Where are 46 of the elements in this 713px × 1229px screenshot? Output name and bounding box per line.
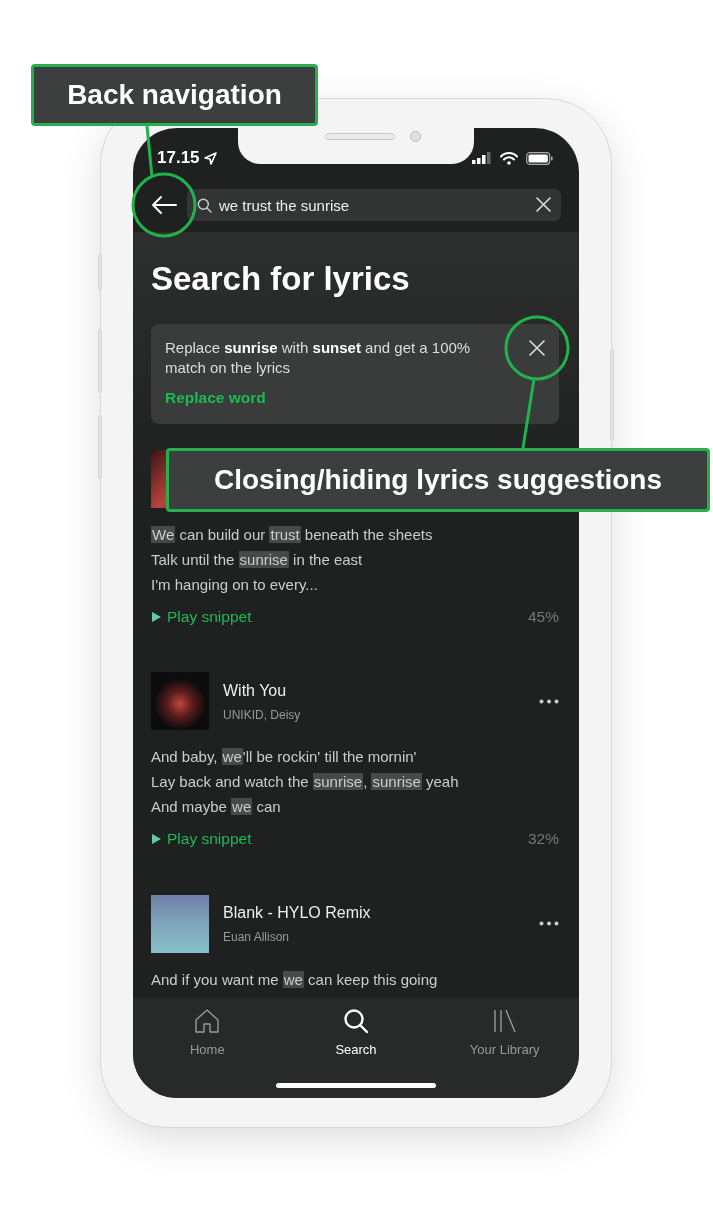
match-percentage: 32% <box>527 829 559 850</box>
search-icon <box>343 1008 369 1034</box>
album-art <box>151 894 209 953</box>
play-snippet-button[interactable]: Play snippet <box>151 605 252 629</box>
clear-button[interactable] <box>536 197 551 212</box>
speaker-grille <box>325 133 395 140</box>
lyric-line: We can build our trust beneath the sheets <box>151 525 434 545</box>
track-title: With You <box>223 680 288 701</box>
library-icon <box>491 1008 518 1034</box>
lyric-line: And baby, we'll be rockin' till the mornin' <box>151 747 418 768</box>
lyric-line: And if you want me we can keep this going <box>151 969 439 990</box>
lyric-line: And maybe we can <box>151 797 282 818</box>
more-button[interactable] <box>539 921 559 926</box>
play-icon <box>151 610 162 623</box>
status-time: 17.15 <box>157 147 200 170</box>
tab-item[interactable]: Your Library <box>430 1008 579 1060</box>
lyric-line: Talk until the sunrise in the east <box>151 550 364 570</box>
wifi-icon <box>500 151 518 165</box>
tab-item[interactable]: Search <box>281 1008 431 1060</box>
leader-line <box>521 378 536 449</box>
suggestion-message: Replace sunrise with sunset and get a 100% match on the lyrics <box>165 338 472 378</box>
lyric-line: Lay back and watch the sunrise, sunrise yeah <box>151 772 460 793</box>
signal-icon <box>472 152 492 164</box>
track-artist: Euan Allison <box>223 929 291 946</box>
match-percentage: 45% <box>527 607 559 627</box>
album-art <box>151 672 209 731</box>
search-field[interactable]: we trust the sunrise <box>187 189 561 221</box>
highlight-circle <box>131 172 197 238</box>
track-title: Blank - HYLO Remix <box>223 903 372 923</box>
callout-label: Back navigation <box>31 64 318 126</box>
replace-word-link[interactable]: Replace word <box>165 386 266 410</box>
lyric-line: I'm hanging on to every... <box>151 575 319 595</box>
leader-line <box>145 125 154 178</box>
callout-label: Closing/hiding lyrics suggestions <box>166 448 710 512</box>
tab-item[interactable]: Home <box>133 1008 282 1060</box>
close-button[interactable] <box>527 338 547 358</box>
battery-icon <box>526 151 553 165</box>
home-icon <box>194 1008 221 1034</box>
more-button[interactable] <box>539 698 559 704</box>
location-arrow-icon <box>203 151 217 165</box>
page-heading: Search for lyrics <box>151 260 411 298</box>
play-icon <box>151 832 162 845</box>
camera-lens <box>410 131 421 142</box>
highlight-circle <box>504 315 570 381</box>
track-artist: UNIKID, Deisy <box>223 706 302 724</box>
play-snippet-button[interactable]: Play snippet <box>151 827 252 851</box>
